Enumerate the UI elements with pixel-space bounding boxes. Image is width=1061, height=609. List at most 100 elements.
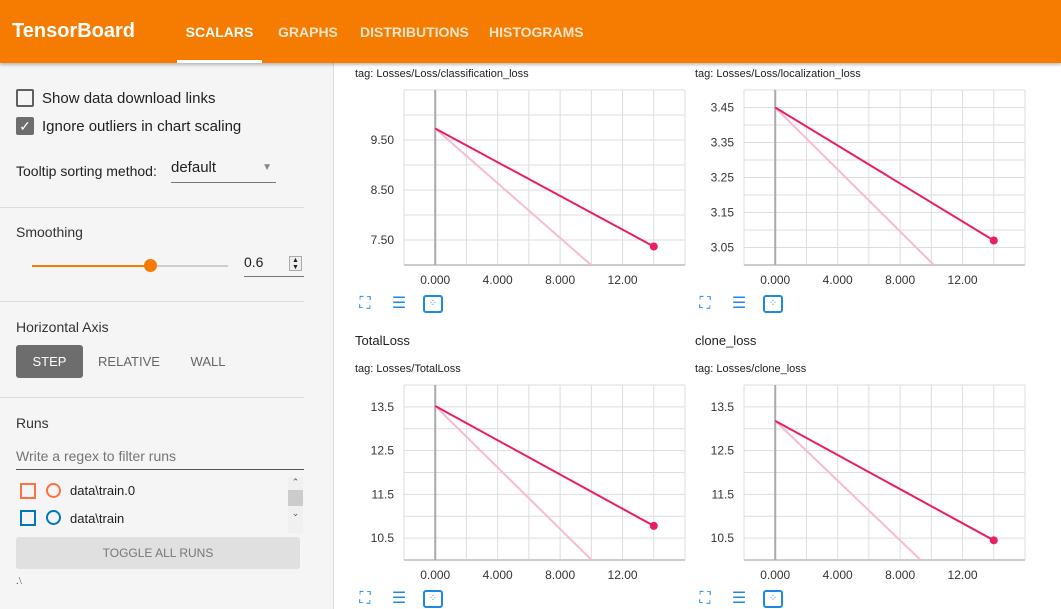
scalar-chart[interactable]: clone_loss tag: Losses/clone_loss 10.5 11.5… — [695, 333, 1035, 608]
y-tick-label: 9.50 — [371, 133, 395, 147]
fit-domain-icon[interactable]: ⁘ — [423, 295, 443, 313]
axis-wall-button[interactable]: WALL — [180, 345, 236, 378]
log-dir: .\ — [16, 575, 22, 587]
smoothing-value: 0.6 — [244, 254, 264, 270]
y-tick-label: 7.50 — [371, 233, 395, 247]
log-scale-icon[interactable]: ☰ — [729, 295, 749, 313]
x-tick-label: 12.00 — [608, 568, 638, 582]
run-color-icon[interactable] — [46, 483, 61, 498]
tab-distributions[interactable]: DISTRIBUTIONS — [360, 24, 469, 63]
smoothed-series-line — [774, 106, 995, 242]
x-tick-label: 4.000 — [823, 273, 853, 287]
y-tick-label: 3.05 — [711, 241, 735, 255]
x-tick-label: 12.00 — [948, 568, 978, 582]
raw-series-line — [434, 405, 594, 560]
log-scale-icon[interactable]: ☰ — [389, 295, 409, 313]
spinner-icon[interactable]: ▲ ▼ — [289, 256, 302, 271]
x-tick-label: 12.00 — [948, 273, 978, 287]
x-tick-label: 4.000 — [483, 273, 513, 287]
x-tick-label: 0.000 — [760, 568, 790, 582]
y-tick-label: 13.5 — [711, 400, 735, 414]
check-icon: ✓ — [19, 118, 31, 134]
fullscreen-icon[interactable]: ⛶ — [355, 295, 375, 313]
y-tick-label: 13.5 — [371, 400, 395, 414]
tab-histograms[interactable]: HISTOGRAMS — [489, 24, 584, 63]
scroll-down-icon[interactable]: ⌄ — [288, 508, 303, 519]
run-checkbox[interactable] — [20, 510, 36, 526]
fullscreen-icon[interactable]: ⛶ — [695, 295, 715, 313]
y-tick-label: 3.45 — [711, 101, 735, 115]
scroll-up-icon[interactable]: ⌃ — [288, 477, 303, 488]
y-tick-label: 10.5 — [371, 531, 395, 545]
run-color-icon[interactable] — [46, 510, 61, 525]
slider-knob[interactable] — [143, 259, 157, 272]
ignore-outliers-checkbox[interactable]: ✓ — [16, 117, 34, 135]
axis-relative-button[interactable]: RELATIVE — [92, 345, 166, 378]
x-tick-label: 8.000 — [545, 568, 575, 582]
scalar-chart[interactable]: TotalLoss tag: Losses/TotalLoss 10.5 11.5 12… — [355, 333, 695, 608]
show-download-links-checkbox[interactable] — [16, 89, 34, 107]
last-point — [989, 236, 998, 245]
run-name: data\train — [70, 511, 125, 526]
runs-filter-input[interactable] — [16, 443, 304, 470]
x-tick-label: 4.000 — [483, 568, 513, 582]
scalar-chart[interactable]: tag: Losses/Loss/localization_loss 3.05 3.… — [695, 60, 1035, 330]
fit-domain-icon[interactable]: ⁘ — [763, 295, 783, 313]
smoothed-series-line — [434, 405, 655, 527]
run-name: data\train.0 — [70, 483, 136, 498]
tooltip-sorting-value: default — [171, 159, 217, 176]
x-tick-label: 0.000 — [760, 273, 790, 287]
scroll-thumb[interactable] — [288, 490, 303, 506]
scalar-chart[interactable]: tag: Losses/Loss/classification_loss 7.50… — [355, 60, 695, 330]
smoothing-label: Smoothing — [16, 224, 83, 240]
tab-graphs[interactable]: GRAPHS — [278, 24, 338, 63]
chart-plot[interactable]: 7.50 8.50 9.50 0.000 4.000 8.000 12.00 — [355, 60, 695, 295]
y-tick-label: 12.5 — [371, 444, 395, 458]
tooltip-sorting-select[interactable]: default ▼ — [171, 159, 276, 183]
slider-fill — [32, 265, 150, 267]
x-tick-label: 8.000 — [885, 273, 915, 287]
fullscreen-icon[interactable]: ⛶ — [355, 590, 375, 608]
chart-plot[interactable]: 10.5 11.5 12.5 13.5 0.000 4.000 8.000 12.00 — [695, 333, 1035, 590]
fit-domain-icon[interactable]: ⁘ — [763, 590, 783, 608]
divider — [0, 207, 304, 208]
run-checkbox[interactable] — [20, 483, 36, 499]
y-tick-label: 3.25 — [711, 171, 735, 185]
fullscreen-icon[interactable]: ⛶ — [695, 590, 715, 608]
fit-domain-icon[interactable]: ⁘ — [423, 590, 443, 608]
smoothing-input[interactable]: 0.6 ▲ ▼ — [244, 254, 304, 277]
tab-scalars[interactable]: SCALARS — [177, 24, 262, 63]
chart-plot[interactable]: 3.05 3.15 3.25 3.35 3.45 0.000 4.000 8.000 12.00 — [695, 60, 1035, 295]
last-point — [649, 521, 658, 530]
ignore-outliers-label: Ignore outliers in chart scaling — [42, 118, 242, 135]
sidebar: Show data download links ✓ Ignore outlie… — [0, 63, 334, 609]
x-tick-label: 0.000 — [420, 273, 450, 287]
runs-label: Runs — [16, 415, 49, 431]
smoothed-series-line — [774, 419, 995, 542]
raw-series-line — [774, 106, 936, 265]
y-tick-label: 11.5 — [712, 487, 735, 501]
log-scale-icon[interactable]: ☰ — [389, 590, 409, 608]
raw-series-line — [434, 127, 593, 265]
y-tick-label: 3.35 — [711, 136, 735, 150]
y-tick-label: 3.15 — [711, 206, 735, 220]
x-tick-label: 4.000 — [823, 568, 853, 582]
x-tick-label: 8.000 — [545, 273, 575, 287]
y-tick-label: 10.5 — [711, 531, 735, 545]
toggle-all-runs-button[interactable]: TOGGLE ALL RUNS — [16, 537, 300, 569]
x-tick-label: 12.00 — [608, 273, 638, 287]
horizontal-axis-label: Horizontal Axis — [16, 319, 109, 335]
axis-step-button[interactable]: STEP — [16, 345, 83, 378]
y-tick-label: 12.5 — [711, 444, 735, 458]
x-tick-label: 8.000 — [885, 568, 915, 582]
raw-series-line — [774, 420, 923, 560]
smoothing-slider[interactable] — [32, 259, 228, 272]
log-scale-icon[interactable]: ☰ — [729, 590, 749, 608]
tooltip-sorting-label: Tooltip sorting method: — [16, 163, 157, 179]
chart-plot[interactable]: 10.5 11.5 12.5 13.5 0.000 4.000 8.000 12.00 — [355, 333, 695, 590]
runs-scrollbar[interactable]: ⌃ ⌄ — [288, 477, 303, 533]
app-title: TensorBoard — [12, 20, 135, 42]
last-point — [989, 536, 998, 545]
x-tick-label: 0.000 — [420, 568, 450, 582]
y-tick-label: 8.50 — [371, 183, 395, 197]
